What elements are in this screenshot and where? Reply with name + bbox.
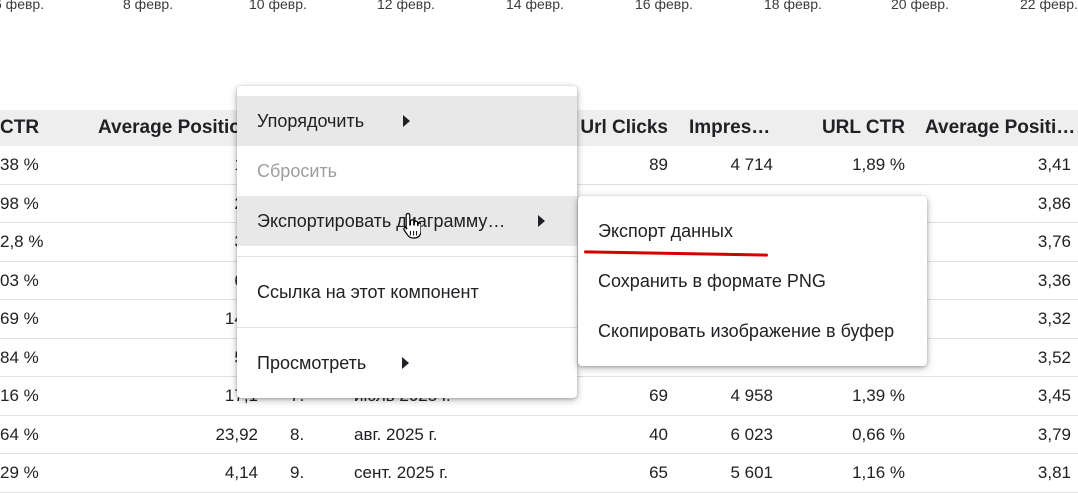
cell-average-position: 3,79 <box>1037 424 1071 444</box>
table-row: 38 % 1,2 <box>0 146 262 185</box>
cell-ctr: 16 % <box>0 386 39 405</box>
table-row: 8. авг. 2025 г. 40 6 023 0,66 % 3,79 <box>262 416 1078 454</box>
cell-url-clicks: 89 <box>649 155 668 174</box>
cell-average-position: 3,41 <box>1037 155 1071 174</box>
date-axis-label: 16 февр. <box>635 0 693 12</box>
cell-month: авг. 2025 г. <box>354 424 438 444</box>
cell-average-position: 3,86 <box>1037 193 1071 213</box>
date-axis-label: 22 февр. <box>1020 0 1078 12</box>
cell-url-clicks: 65 <box>649 463 668 482</box>
cell-ctr: 64 % <box>0 424 39 444</box>
menu-item-export-data-label: Экспорт данных <box>598 221 733 241</box>
menu-item-sort[interactable]: Упорядочить <box>237 96 577 146</box>
menu-divider <box>237 256 577 257</box>
menu-item-export-data[interactable]: Экспорт данных <box>578 206 927 256</box>
submenu-arrow-icon <box>402 357 409 369</box>
cell-ctr: 69 % <box>0 309 39 328</box>
cell-month: сент. 2025 г. <box>354 463 449 482</box>
submenu-arrow-icon <box>403 115 410 127</box>
table-row: 2,8 % 3,9 <box>0 223 262 262</box>
cell-average-position: 3,32 <box>1037 309 1071 328</box>
cell-average-position: 23,92 <box>215 424 258 444</box>
cell-average-position: 2,2 <box>98 185 258 223</box>
cell-average-position: 6,0 <box>98 262 258 300</box>
menu-item-link-component-label: Ссылка на этот компонент <box>257 282 479 302</box>
cell-url-ctr: 0,66 % <box>852 424 905 444</box>
menu-item-sort-label: Упорядочить <box>257 111 365 131</box>
table-row: 29 % 4,14 <box>0 454 262 493</box>
table-row: 64 % 23,92 <box>0 416 262 454</box>
cell-url-ctr: 1,39 % <box>852 386 905 405</box>
menu-item-export-chart-label: Экспортировать диаграмму… <box>257 211 506 231</box>
cell-url-ctr: 1,89 % <box>852 155 905 174</box>
cell-average-position: 3,81 <box>1037 463 1071 482</box>
cell-ctr: 98 % <box>0 193 39 213</box>
menu-item-link-component[interactable]: Ссылка на этот компонент <box>237 267 577 317</box>
date-axis-label: 14 февр. <box>506 0 564 12</box>
left-table-header: CTR Average Positio <box>0 110 262 146</box>
menu-item-reset-label: Сбросить <box>257 161 338 181</box>
cell-average-position: 3,76 <box>1037 232 1071 251</box>
cell-impressions: 5 601 <box>730 463 773 482</box>
cell-impressions: 4 714 <box>730 155 773 174</box>
menu-item-copy-image-label: Скопировать изображение в буфер <box>598 321 895 341</box>
table-row: 69 % 14,9 <box>0 300 262 339</box>
table-row: 03 % 6,0 <box>0 262 262 300</box>
date-axis-label: 12 февр. <box>377 0 435 12</box>
date-axis-label: 18 февр. <box>764 0 822 12</box>
date-axis-label: 6 февр. <box>0 0 45 12</box>
menu-item-view-label: Просмотреть <box>257 353 367 373</box>
cell-row-number: 9. <box>290 463 305 482</box>
cell-average-position: 1,2 <box>98 146 258 184</box>
cell-impressions: 6 023 <box>730 424 773 444</box>
cell-row-number: 8. <box>290 424 305 444</box>
table-row: 16 % 17,1 <box>0 377 262 416</box>
submenu-arrow-icon <box>538 215 545 227</box>
table-row: 9. сент. 2025 г. 65 5 601 1,16 % 3,81 <box>262 454 1078 493</box>
menu-item-save-png[interactable]: Сохранить в формате PNG <box>578 256 927 306</box>
menu-item-reset[interactable]: Сбросить <box>237 146 577 196</box>
cell-average-position: 14,9 <box>98 300 258 338</box>
cell-average-position: 3,52 <box>1037 347 1071 367</box>
cell-url-clicks: 40 <box>649 424 668 444</box>
hand-cursor-icon <box>403 212 421 239</box>
column-header-average-position[interactable]: Average Positi… <box>925 110 1075 146</box>
table-row: 84 % 5,9 <box>0 339 262 377</box>
column-header-ctr[interactable]: CTR <box>0 110 40 146</box>
cell-ctr: 03 % <box>0 270 39 290</box>
column-header-url-clicks[interactable]: Url Clicks <box>562 110 668 146</box>
menu-item-save-png-label: Сохранить в формате PNG <box>598 271 826 291</box>
left-table: CTR Average Positio 38 % 1,2 98 % 2,2 2,8 % 3… <box>0 110 262 493</box>
cell-average-position: 3,36 <box>1037 270 1071 290</box>
date-axis-label: 10 февр. <box>249 0 307 12</box>
date-axis-label: 8 февр. <box>123 0 174 12</box>
cell-average-position: 3,45 <box>1037 386 1071 405</box>
cell-average-position: 5,9 <box>98 339 258 377</box>
column-header-url-ctr[interactable]: URL CTR <box>802 110 905 146</box>
menu-item-copy-image[interactable]: Скопировать изображение в буфер <box>578 306 927 356</box>
context-menu: Упорядочить Сбросить Экспортировать диаг… <box>237 86 577 398</box>
menu-divider <box>237 327 577 328</box>
cell-impressions: 4 958 <box>730 386 773 405</box>
cell-ctr: 38 % <box>0 155 39 174</box>
cell-average-position: 17,1 <box>98 377 258 415</box>
menu-item-view[interactable]: Просмотреть <box>237 338 577 388</box>
column-header-impressions[interactable]: Impres… <box>689 110 779 146</box>
cell-average-position: 3,9 <box>98 223 258 261</box>
cell-ctr: 84 % <box>0 347 39 367</box>
table-row: 98 % 2,2 <box>0 185 262 223</box>
date-axis-label: 20 февр. <box>891 0 949 12</box>
cell-url-clicks: 69 <box>649 386 668 405</box>
cell-ctr: 29 % <box>0 463 39 482</box>
export-submenu: Экспорт данных Сохранить в формате PNG С… <box>578 196 927 366</box>
cell-ctr: 2,8 % <box>0 232 44 251</box>
cell-average-position: 4,14 <box>224 463 258 482</box>
cell-url-ctr: 1,16 % <box>852 463 905 482</box>
